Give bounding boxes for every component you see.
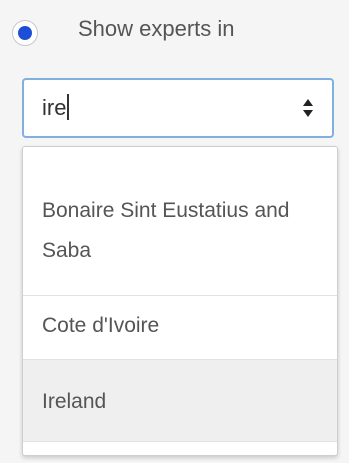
text-caret bbox=[67, 94, 70, 120]
show-experts-radio-row[interactable]: Show experts in bbox=[0, 6, 349, 56]
option-label: Cote d'Ivoire bbox=[42, 314, 160, 337]
country-search-input[interactable]: ire bbox=[42, 94, 70, 121]
show-experts-label: Show experts in bbox=[78, 16, 235, 41]
option-bonaire[interactable]: Bonaire Sint Eustatius and Saba bbox=[23, 173, 337, 303]
option-label: Bonaire Sint Eustatius and Saba bbox=[42, 199, 290, 262]
sort-icon bbox=[303, 99, 313, 117]
option-next-partial[interactable] bbox=[23, 441, 337, 455]
option-label: Ireland bbox=[42, 390, 107, 413]
option-ireland[interactable]: Ireland bbox=[23, 359, 337, 441]
country-search-text: ire bbox=[42, 95, 67, 120]
option-cote-divoire[interactable]: Cote d'Ivoire bbox=[23, 295, 337, 357]
country-select[interactable]: ire bbox=[22, 78, 334, 138]
country-dropdown-list: Bonaire Sint Eustatius and Saba Cote d'I… bbox=[22, 146, 338, 456]
show-experts-radio[interactable] bbox=[12, 20, 38, 46]
